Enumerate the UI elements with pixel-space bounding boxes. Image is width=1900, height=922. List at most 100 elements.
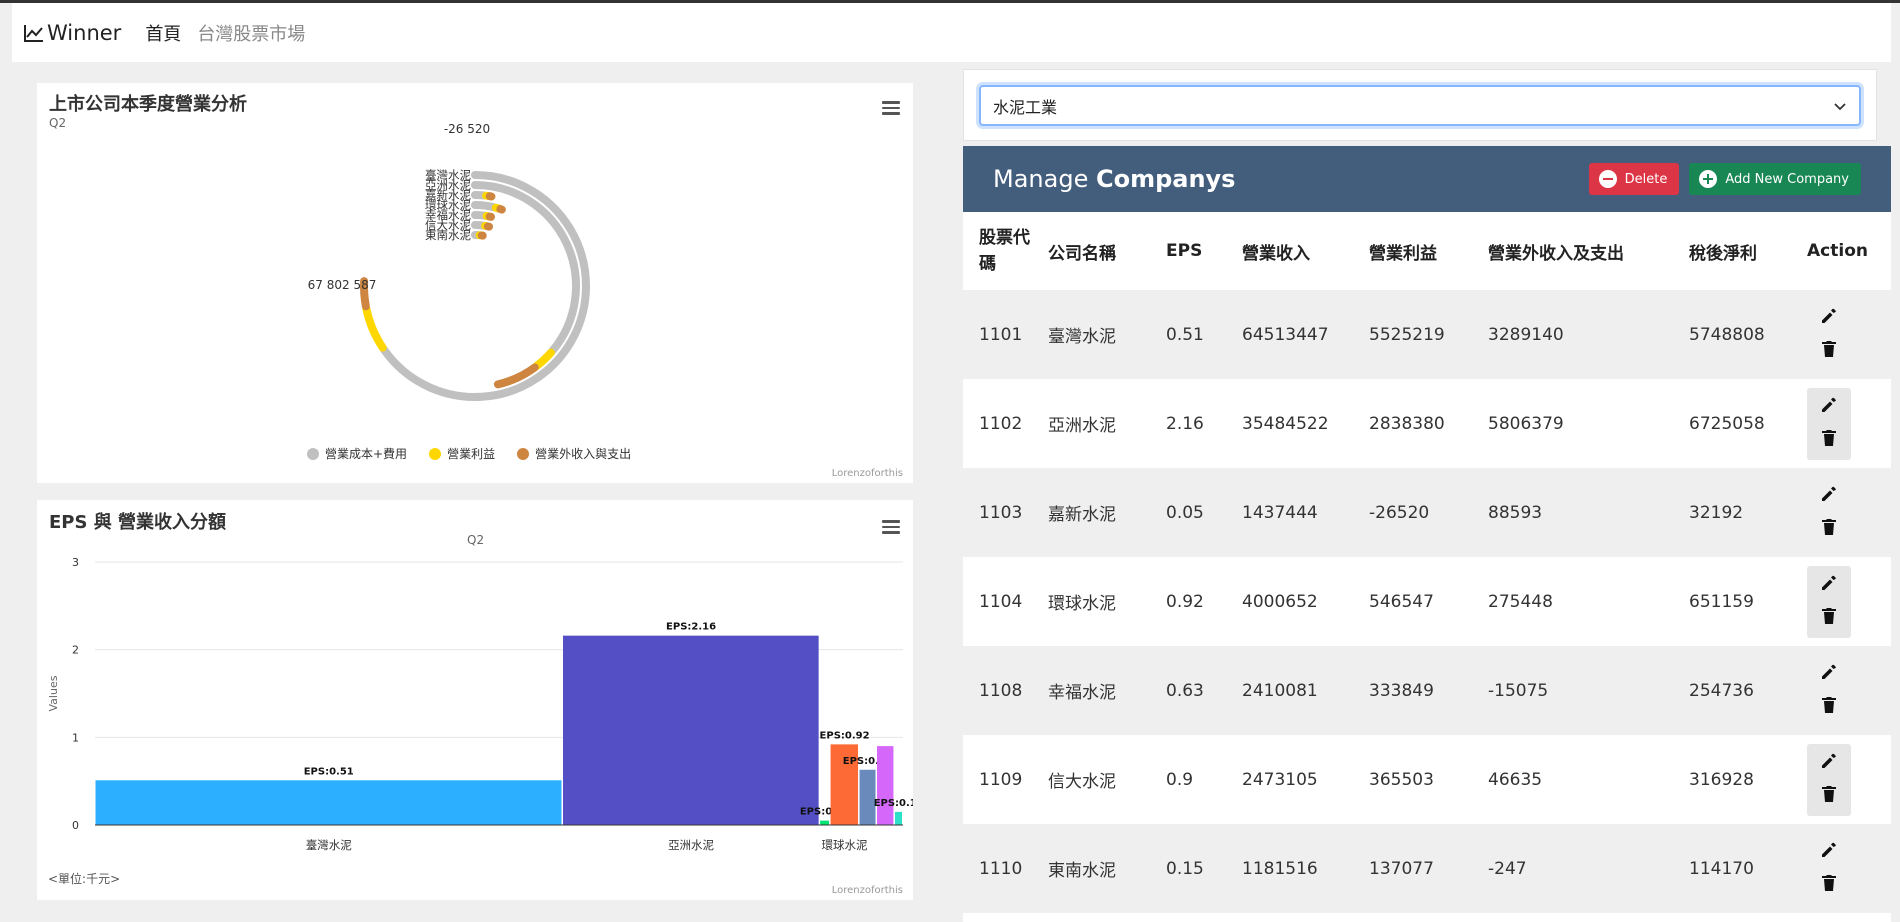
action-buttons [1807,565,1851,638]
trash-icon[interactable] [1821,874,1837,897]
pie-arc-cost [471,201,499,212]
cell-action [1791,655,1891,727]
cell-eps: 0.63 [1166,680,1204,701]
table-title-prefix: Manage [993,165,1096,193]
cell-net: 6725058 [1689,413,1765,434]
minus-circle-icon [1598,170,1617,188]
action-buttons [1807,299,1851,371]
cell-net: 316928 [1689,769,1754,790]
cell-name: 亞洲水泥 [1048,416,1116,436]
action-buttons [1807,387,1851,460]
brand-name: Winner [47,20,122,45]
cell-eps: 2.16 [1166,413,1204,434]
table-row: 1101 臺灣水泥 0.51 64513447 5525219 3289140 574880… [963,290,1891,379]
legend-label-profit: 營業利益 [447,447,496,461]
th-revenue: 營業收入 [1242,243,1310,264]
legend-item-profit[interactable]: 營業利益 [429,445,495,462]
cell-eps: 0.9 [1166,769,1194,790]
cell-op-income: 137077 [1369,858,1434,879]
cell-code: 1110 [979,858,1023,879]
pie-arc-nonop [496,205,506,214]
cell-non-op: 3289140 [1488,324,1564,345]
edit-icon[interactable] [1820,663,1838,686]
bar [877,746,894,825]
cell-revenue: 1437444 [1242,502,1318,523]
action-buttons [1807,655,1851,727]
edit-icon[interactable] [1820,307,1838,330]
cell-name: 嘉新水泥 [1048,505,1116,525]
table-row: 1108 幸福水泥 0.63 2410081 333849 -15075 254736 [963,646,1891,735]
cell-net: 651159 [1689,591,1754,612]
industry-select[interactable]: 水泥工業 [979,85,1861,126]
th-action: Action [1807,241,1868,261]
top-navbar: Winner 首頁 台灣股票市場 [12,3,1891,62]
edit-icon[interactable] [1820,574,1838,597]
trash-icon[interactable] [1821,340,1837,363]
bar-note: <單位:千元> [48,872,121,886]
y-tick-label: 2 [72,644,79,657]
action-buttons [1807,743,1851,816]
x-tick-label: 亞洲水泥 [668,838,714,852]
table-title-bar: Manage Companys Delete Add New Company [963,146,1891,212]
th-net: 稅後淨利 [1689,243,1757,264]
edit-icon[interactable] [1820,485,1838,508]
legend-item-nonop[interactable]: 營業外收入與支出 [517,445,631,462]
y-axis-label: Values [47,675,60,711]
cell-op-income: 365503 [1369,769,1434,790]
edit-icon[interactable] [1820,752,1838,775]
cell-op-income: 2838380 [1369,413,1445,434]
cell-code: 1104 [979,591,1023,612]
cell-eps: 0.92 [1166,591,1204,612]
x-tick-label: 環球水泥 [822,838,868,852]
add-company-button[interactable]: Add New Company [1689,163,1861,195]
brand-link[interactable]: Winner [24,21,121,45]
table-row: 1103 嘉新水泥 0.05 1437444 -26520 88593 32192 [963,468,1891,557]
action-buttons [1807,833,1851,905]
cell-name: 環球水泥 [1048,594,1116,614]
cell-op-income: 333849 [1369,680,1434,701]
trash-icon[interactable] [1821,518,1837,541]
nav-home-link[interactable]: 首頁 [145,20,181,46]
cell-action [1791,299,1891,371]
pie-legend: 營業成本+費用 營業利益 營業外收入與支出 [307,445,631,462]
trash-icon[interactable] [1821,785,1837,808]
legend-dot-profit [429,447,442,460]
legend-label-nonop: 營業外收入與支出 [535,447,632,461]
trash-icon[interactable] [1821,429,1837,452]
cell-code: 1108 [979,680,1023,701]
bar-data-label: EPS:0.92 [820,730,870,741]
trash-icon[interactable] [1821,607,1837,630]
cell-eps: 0.05 [1166,502,1204,523]
legend-dot-nonop [517,447,530,460]
legend-item-cost[interactable]: 營業成本+費用 [307,445,407,462]
delete-button[interactable]: Delete [1588,163,1680,195]
y-tick-label: 1 [72,731,79,744]
cell-op-income: 5525219 [1369,324,1445,345]
add-button-label: Add New Company [1725,171,1849,187]
cell-name: 幸福水泥 [1048,683,1116,703]
cell-non-op: 275448 [1488,591,1553,612]
nav-market-link[interactable]: 台灣股票市場 [197,20,305,46]
y-tick-label: 3 [72,556,79,569]
table-row: 1109 信大水泥 0.9 2473105 365503 46635 316928 [963,735,1891,824]
th-eps: EPS [1166,241,1203,261]
bar [894,811,902,825]
bar-credits[interactable]: Lorenzoforthis [832,885,903,896]
plus-circle-icon [1699,170,1718,188]
industry-select-value: 水泥工業 [993,97,1058,117]
cell-eps: 0.15 [1166,858,1204,879]
edit-icon[interactable] [1820,841,1838,864]
bar-chart-card: EPS 與 營業收入分額 Q2 0 1 2 3 Values EPS:0.51 EPS:2.… [37,500,913,900]
cell-action [1791,387,1891,460]
edit-icon[interactable] [1820,396,1838,419]
bar-data-label: EPS:0.15 [874,798,913,809]
cell-revenue: 4000652 [1242,591,1318,612]
cell-action [1791,477,1891,549]
table-header-row: 股票代碼 公司名稱 EPS 營業收入 營業利益 營業外收入及支出 稅後淨利 Ac… [963,212,1891,290]
cell-net: 5748808 [1689,324,1765,345]
bar [563,635,819,825]
bar [95,780,562,825]
trash-icon[interactable] [1821,696,1837,719]
industry-select-container: 水泥工業 [963,69,1877,141]
pie-credits[interactable]: Lorenzoforthis [832,468,903,479]
